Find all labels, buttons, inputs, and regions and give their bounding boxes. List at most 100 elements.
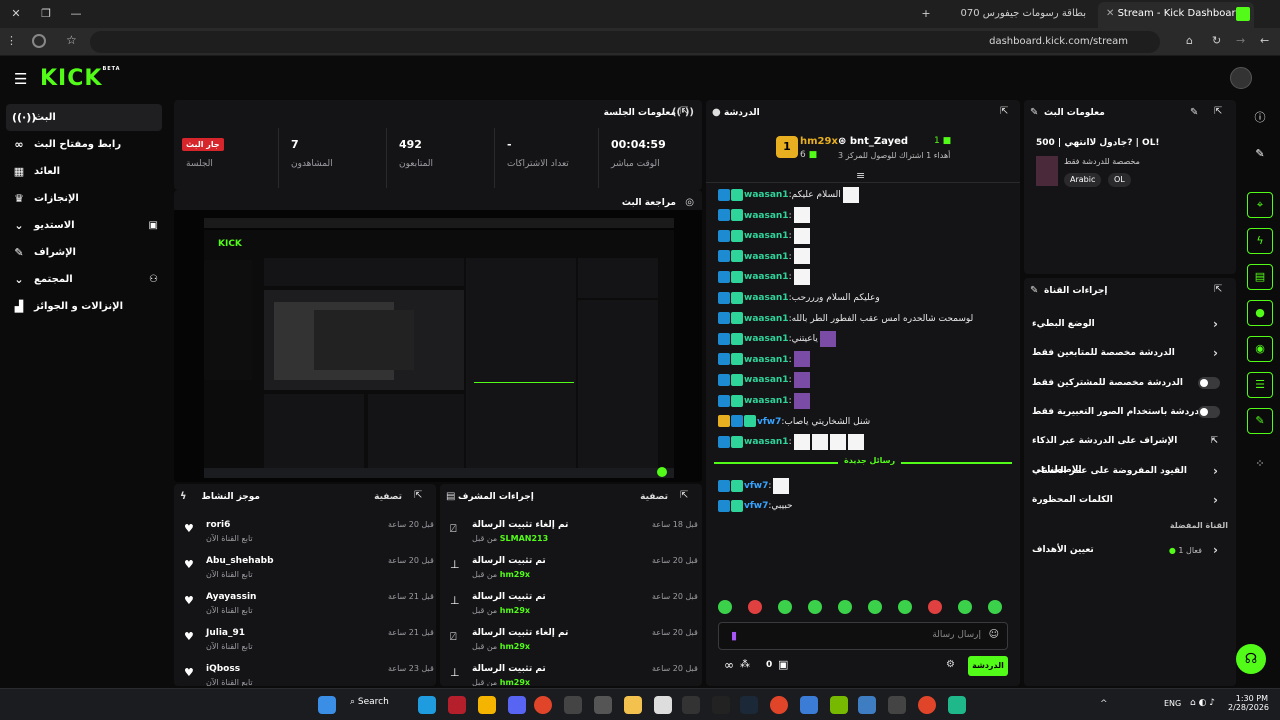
channel-action-row[interactable]: الدردشة مخصصة للمشتركين فقط [1032, 369, 1224, 398]
language-indicator[interactable]: ENG [1164, 699, 1181, 708]
emote-button[interactable] [718, 600, 732, 614]
profile-icon[interactable] [32, 34, 46, 48]
chat-username[interactable]: vfw7 [744, 501, 768, 511]
chat-message[interactable]: vfw7: [718, 477, 1008, 495]
emote-button[interactable] [748, 600, 762, 614]
chat-send-button[interactable]: الدردشة [968, 656, 1008, 676]
forward-icon[interactable]: → [1236, 34, 1245, 47]
leader-name[interactable]: hm29x [800, 136, 838, 147]
popout-icon[interactable]: ⇱ [414, 490, 426, 502]
emote-button[interactable] [958, 600, 972, 614]
reload-icon[interactable]: ↻ [1212, 34, 1221, 47]
chat-username[interactable]: waasan1 [744, 293, 789, 303]
emoji-icon[interactable]: ☺ [989, 629, 999, 640]
popout-icon[interactable]: ⇱ [680, 106, 692, 118]
gift-icon[interactable]: ▣ [778, 658, 788, 671]
chrome-icon[interactable] [534, 696, 552, 714]
chat-username[interactable]: waasan1 [744, 231, 789, 241]
edge-icon[interactable] [418, 696, 436, 714]
sidebar-item-2[interactable]: ▦ العائد [0, 158, 168, 185]
chrome-icon[interactable] [770, 696, 788, 714]
chat-username[interactable]: vfw7 [757, 417, 781, 427]
chat-message[interactable]: waasan1:لوسمحت شالحدره امس عقب الفطور ال… [718, 310, 1008, 328]
channel-action-row[interactable]: الدردشة باستخدام الصور التعبيرية فقط [1032, 398, 1224, 427]
popout-icon[interactable]: ⇱ [1000, 106, 1012, 118]
broadcast-icon[interactable]: ◉ [1247, 336, 1273, 362]
moderator-name[interactable]: hm29x [500, 606, 530, 615]
file-explorer-icon[interactable] [624, 696, 642, 714]
chat-username[interactable]: waasan1 [744, 396, 789, 406]
sidebar-item-5[interactable]: ✎ الإشراف [0, 239, 168, 266]
emote-button[interactable] [838, 600, 852, 614]
chat-message[interactable]: waasan1:وعليكم السلام ورررحب [718, 289, 1008, 307]
popout-icon[interactable]: ⇱ [1214, 106, 1226, 118]
app-icon[interactable] [564, 696, 582, 714]
close-tab-icon[interactable]: ✕ [1106, 8, 1118, 19]
list-item[interactable]: ♥ rori6 تابع القناة الآن قبل 20 ساعة [174, 516, 436, 552]
list-item[interactable]: ♥ Abu_shehabb تابع القناة الآن قبل 20 ساعة [174, 552, 436, 588]
chat-message[interactable]: waasan1: [718, 351, 1008, 369]
toggle-switch[interactable] [1198, 376, 1220, 389]
chat-username[interactable]: waasan1 [744, 252, 789, 262]
chat-username[interactable]: vfw7 [744, 481, 768, 491]
chat-message[interactable]: waasan1: [718, 371, 1008, 389]
expand-icon[interactable]: ⚇ [149, 266, 158, 293]
add-widget-icon[interactable]: ⁘ [1247, 452, 1273, 478]
home-icon[interactable]: ⌂ [1186, 34, 1193, 47]
list-item[interactable]: ⊥ تم تثبيت الرسالة من قبل hm29x قبل 20 ساعة [440, 552, 702, 588]
infinity-icon[interactable]: ∞ [724, 658, 734, 672]
lightning-icon[interactable]: ϟ [1247, 228, 1273, 254]
browser-tab-2[interactable]: بطاقة رسومات جيفورس 5070 TX [960, 2, 1094, 28]
restore-window-icon[interactable]: ❐ [38, 6, 54, 22]
channel-action-row[interactable]: القيود المفروضة على عمر الحساب › [1032, 457, 1224, 486]
info-icon[interactable]: ⓘ [1247, 106, 1273, 132]
chat-message[interactable]: waasan1: [718, 392, 1008, 410]
new-tab-icon[interactable]: + [918, 6, 934, 22]
collapse-leaderboard-icon[interactable]: ≡ [856, 169, 865, 182]
network-icon[interactable]: ⌂ ◐ ♪ [1190, 698, 1215, 708]
app-icon[interactable] [948, 696, 966, 714]
sidebar-item-6[interactable]: ⌄ المجتمع ⚇ [0, 266, 168, 293]
filter-button[interactable]: تصفية [374, 484, 402, 510]
toggle-switch[interactable] [1198, 405, 1220, 418]
chat-message[interactable]: waasan1: [718, 433, 1008, 451]
list-item[interactable]: ⍁ تم إلغاء تثبيت الرسالة من قبل hm29x قبل 2… [440, 624, 702, 660]
avatar[interactable] [1230, 67, 1252, 89]
list-item[interactable]: ⊥ تم تثبيت الرسالة من قبل hm29x قبل 20 ساعة [440, 588, 702, 624]
nvidia-icon[interactable] [830, 696, 848, 714]
emote-button[interactable] [988, 600, 1002, 614]
sidebar-item-3[interactable]: ♛ الإنجازات [0, 185, 168, 212]
close-window-icon[interactable]: ✕ [8, 6, 24, 22]
list-item[interactable]: ♥ Julia_91 تابع القناة الآن قبل 21 ساعة [174, 624, 436, 660]
stream-preview[interactable]: KICK [174, 210, 702, 482]
channel-action-row[interactable]: الإشراف على الدردشة عبر الذكاء الاصطناعي… [1032, 427, 1224, 475]
tray-chevron-icon[interactable]: ^ [1100, 699, 1108, 709]
moderator-name[interactable]: SLMAN213 [500, 534, 548, 543]
channel-action-row[interactable]: الدردشة مخصصة للمتابعين فقط › [1032, 339, 1224, 368]
app-icon[interactable] [448, 696, 466, 714]
emote-button[interactable] [808, 600, 822, 614]
app-icon[interactable] [594, 696, 612, 714]
hamburger-menu-icon[interactable]: ☰ [14, 70, 27, 88]
moderator-name[interactable]: hm29x [500, 570, 530, 579]
popout-icon[interactable]: ⇱ [680, 490, 692, 502]
menu-dots-icon[interactable]: ⋮ [6, 34, 17, 47]
emote-button[interactable] [928, 600, 942, 614]
mic-icon[interactable]: ▮ [731, 629, 737, 642]
windows-start-icon[interactable] [318, 696, 336, 714]
sidebar-item-4[interactable]: ⌄ الاستديو ▣ [0, 212, 168, 239]
list-item[interactable]: ⍁ تم إلغاء تثبيت الرسالة من قبل SLMAN213 قب… [440, 516, 702, 552]
back-icon[interactable]: ← [1260, 34, 1269, 47]
app-icon[interactable] [712, 696, 730, 714]
app-icon[interactable] [654, 696, 672, 714]
chat-message[interactable]: vfw7:حبيبي [718, 497, 1008, 515]
document-icon[interactable]: ▤ [1247, 264, 1273, 290]
channel-action-row[interactable]: الوضع البطيء › [1032, 310, 1224, 339]
steam-icon[interactable] [740, 696, 758, 714]
emote-button[interactable] [868, 600, 882, 614]
app-icon[interactable] [858, 696, 876, 714]
bookmark-star-icon[interactable]: ☆ [66, 33, 77, 47]
emote-button[interactable] [778, 600, 792, 614]
chat-message[interactable]: waasan1: [718, 268, 1008, 286]
settings-gear-icon[interactable]: ⚙ [946, 659, 955, 670]
